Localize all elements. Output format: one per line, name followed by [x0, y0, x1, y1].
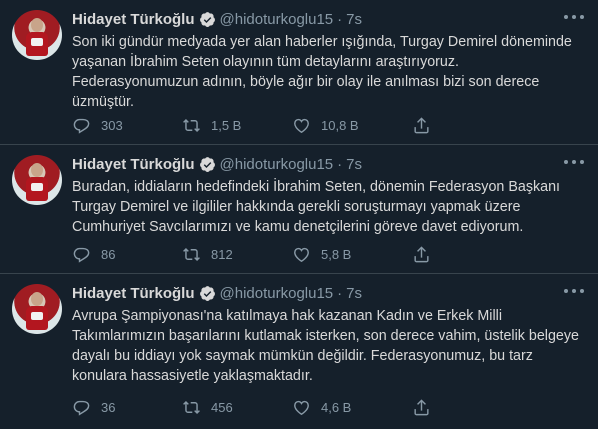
like-icon: [294, 400, 309, 416]
like-icon: [294, 247, 309, 263]
share-icon: [414, 246, 429, 263]
reply-icon: [73, 247, 90, 263]
like-count: 10,8 B: [321, 118, 359, 133]
separator-dot: ·: [337, 284, 343, 302]
author-handle[interactable]: @hidoturkoglu15: [220, 156, 334, 173]
verified-badge-icon: [199, 11, 215, 27]
tweet-text: Avrupa Şampiyonası'na katılmaya hak kaza…: [72, 308, 579, 384]
author-handle[interactable]: @hidoturkoglu15: [220, 285, 334, 302]
share-button[interactable]: [412, 398, 441, 417]
tweet-actions: 86 812 5,8 B: [72, 245, 518, 264]
author-name[interactable]: Hidayet Türkoğlu: [72, 156, 195, 173]
retweet-icon: [183, 118, 200, 133]
separator-dot: ·: [337, 155, 343, 173]
more-options-icon[interactable]: [564, 11, 584, 23]
retweet-button[interactable]: 1,5 B: [182, 116, 292, 135]
author-name[interactable]: Hidayet Türkoğlu: [72, 285, 195, 302]
verified-badge-icon: [199, 156, 215, 172]
share-icon: [414, 117, 429, 134]
like-button[interactable]: 4,6 B: [292, 398, 402, 417]
more-options-icon[interactable]: [564, 285, 584, 297]
reply-button[interactable]: 86: [72, 245, 182, 264]
tweet-header: Hidayet Türkoğlu @hidoturkoglu15 · 7s: [72, 283, 582, 303]
reply-count: 303: [101, 118, 123, 133]
reply-button[interactable]: 303: [72, 116, 182, 135]
tweet-header: Hidayet Türkoğlu @hidoturkoglu15 · 7s: [72, 154, 582, 174]
tweet[interactable]: Hidayet Türkoğlu @hidoturkoglu15 · 7s So…: [0, 0, 598, 145]
tweet-text: Son iki gündür medyada yer alan haberler…: [72, 34, 572, 110]
like-count: 4,6 B: [321, 400, 352, 415]
separator-dot: ·: [337, 10, 343, 28]
tweet[interactable]: Hidayet Türkoğlu @hidoturkoglu15 · 7s Bu…: [0, 145, 598, 274]
like-button[interactable]: 10,8 B: [292, 116, 402, 135]
retweet-icon: [183, 247, 200, 262]
tweet[interactable]: Hidayet Türkoğlu @hidoturkoglu15 · 7s Av…: [0, 274, 598, 429]
tweet-actions: 303 1,5 B 10,8 B: [72, 116, 518, 135]
reply-icon: [73, 400, 90, 416]
tweet-text: Buradan, iddiaların hedefindeki İbrahim …: [72, 179, 560, 235]
reply-count: 36: [101, 400, 116, 415]
share-icon: [414, 399, 429, 416]
retweet-count: 812: [211, 247, 233, 262]
tweet-actions: 36 456 4,6 B: [72, 398, 518, 417]
reply-count: 86: [101, 247, 116, 262]
like-count: 5,8 B: [321, 247, 352, 262]
like-button[interactable]: 5,8 B: [292, 245, 402, 264]
share-button[interactable]: [412, 116, 441, 135]
author-handle[interactable]: @hidoturkoglu15: [220, 11, 334, 28]
reply-icon: [73, 118, 90, 134]
more-options-icon[interactable]: [564, 156, 584, 168]
retweet-count: 1,5 B: [211, 118, 242, 133]
avatar[interactable]: [12, 284, 62, 334]
tweet-timestamp[interactable]: 7s: [346, 11, 362, 28]
tweet-timestamp[interactable]: 7s: [346, 156, 362, 173]
avatar[interactable]: [12, 155, 62, 205]
avatar[interactable]: [12, 10, 62, 60]
tweet-header: Hidayet Türkoğlu @hidoturkoglu15 · 7s: [72, 9, 582, 29]
reply-button[interactable]: 36: [72, 398, 182, 417]
retweet-button[interactable]: 456: [182, 398, 292, 417]
tweet-feed: Hidayet Türkoğlu @hidoturkoglu15 · 7s So…: [0, 0, 598, 429]
author-name[interactable]: Hidayet Türkoğlu: [72, 11, 195, 28]
verified-badge-icon: [199, 285, 215, 301]
like-icon: [294, 118, 309, 134]
retweet-icon: [183, 400, 200, 415]
share-button[interactable]: [412, 245, 441, 264]
retweet-button[interactable]: 812: [182, 245, 292, 264]
tweet-timestamp[interactable]: 7s: [346, 285, 362, 302]
retweet-count: 456: [211, 400, 233, 415]
